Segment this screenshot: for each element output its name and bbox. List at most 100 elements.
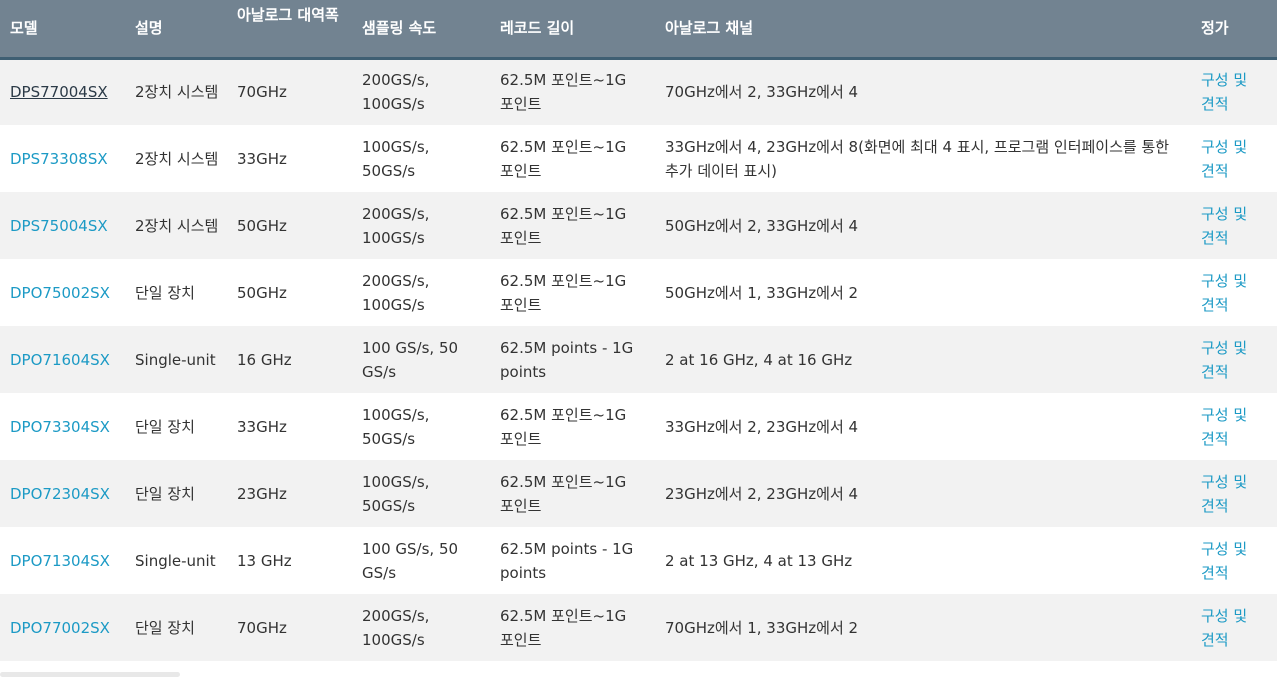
- record-length-cell: 62.5M points - 1G points: [490, 326, 655, 393]
- analog-channels-cell: 70GHz에서 1, 33GHz에서 2: [655, 594, 1191, 661]
- analog-channels-cell: 50GHz에서 2, 33GHz에서 4: [655, 192, 1191, 259]
- configure-quote-link[interactable]: 구성 및 견적: [1201, 406, 1247, 448]
- table-row: DPO72304SX 단일 장치 23GHz 100GS/s, 50GS/s 62.5M…: [0, 460, 1277, 527]
- column-header-analog-channels: 아날로그 채널: [655, 0, 1191, 60]
- column-header-description: 설명: [125, 0, 227, 60]
- description-cell: Single-unit: [125, 326, 227, 393]
- description-cell: 단일 장치: [125, 594, 227, 661]
- bandwidth-cell: 70GHz: [227, 594, 352, 661]
- sampling-rate-cell: 100 GS/s, 50 GS/s: [352, 527, 490, 594]
- model-cell: DPO75002SX: [0, 259, 125, 326]
- configure-quote-link[interactable]: 구성 및 견적: [1201, 540, 1247, 582]
- model-cell: DPO71304SX: [0, 527, 125, 594]
- sampling-rate-cell: 200GS/s, 100GS/s: [352, 259, 490, 326]
- bandwidth-cell: 23GHz: [227, 460, 352, 527]
- configure-quote-link[interactable]: 구성 및 견적: [1201, 138, 1247, 180]
- column-header-price: 정가: [1191, 0, 1277, 60]
- sampling-rate-cell: 200GS/s, 100GS/s: [352, 594, 490, 661]
- configure-quote-cell: 구성 및 견적: [1191, 192, 1277, 259]
- description-cell: 단일 장치: [125, 393, 227, 460]
- model-cell: DPO77002SX: [0, 594, 125, 661]
- record-length-cell: 62.5M points - 1G points: [490, 527, 655, 594]
- model-link[interactable]: DPO77002SX: [10, 619, 110, 637]
- sampling-rate-cell: 100GS/s, 50GS/s: [352, 460, 490, 527]
- model-cell: DPO73304SX: [0, 393, 125, 460]
- bandwidth-cell: 50GHz: [227, 259, 352, 326]
- configure-quote-link[interactable]: 구성 및 견적: [1201, 71, 1247, 113]
- bandwidth-cell: 33GHz: [227, 125, 352, 192]
- column-header-model: 모델: [0, 0, 125, 60]
- horizontal-scrollbar[interactable]: [0, 672, 180, 677]
- analog-channels-cell: 33GHz에서 4, 23GHz에서 8(화면에 최대 4 표시, 프로그램 인…: [655, 125, 1191, 192]
- model-link[interactable]: DPO71304SX: [10, 552, 110, 570]
- model-cell: DPS73308SX: [0, 125, 125, 192]
- record-length-cell: 62.5M 포인트~1G 포인트: [490, 460, 655, 527]
- analog-channels-cell: 33GHz에서 2, 23GHz에서 4: [655, 393, 1191, 460]
- record-length-cell: 62.5M 포인트~1G 포인트: [490, 125, 655, 192]
- configure-quote-cell: 구성 및 견적: [1191, 393, 1277, 460]
- description-cell: Single-unit: [125, 527, 227, 594]
- bandwidth-cell: 50GHz: [227, 192, 352, 259]
- table-row: DPO71604SX Single-unit 16 GHz 100 GS/s, 50 …: [0, 326, 1277, 393]
- table-row: DPS77004SX 2장치 시스템 70GHz 200GS/s, 100GS/s 62…: [0, 58, 1277, 125]
- analog-channels-cell: 2 at 16 GHz, 4 at 16 GHz: [655, 326, 1191, 393]
- configure-quote-cell: 구성 및 견적: [1191, 259, 1277, 326]
- bandwidth-cell: 16 GHz: [227, 326, 352, 393]
- column-header-analog-bandwidth: 아날로그 대역폭: [227, 0, 352, 60]
- sampling-rate-cell: 100 GS/s, 50 GS/s: [352, 326, 490, 393]
- analog-channels-cell: 70GHz에서 2, 33GHz에서 4: [655, 58, 1191, 125]
- record-length-cell: 62.5M 포인트~1G 포인트: [490, 58, 655, 125]
- configure-quote-link[interactable]: 구성 및 견적: [1201, 205, 1247, 247]
- record-length-cell: 62.5M 포인트~1G 포인트: [490, 259, 655, 326]
- analog-channels-cell: 50GHz에서 1, 33GHz에서 2: [655, 259, 1191, 326]
- product-spec-table: 모델 설명 아날로그 대역폭 샘플링 속도 레코드 길이 아날로그 채널 정가 …: [0, 0, 1277, 661]
- configure-quote-link[interactable]: 구성 및 견적: [1201, 339, 1247, 381]
- table-row: DPO77002SX 단일 장치 70GHz 200GS/s, 100GS/s 62.5…: [0, 594, 1277, 661]
- table-header-row: 모델 설명 아날로그 대역폭 샘플링 속도 레코드 길이 아날로그 채널 정가: [0, 0, 1277, 60]
- configure-quote-link[interactable]: 구성 및 견적: [1201, 473, 1247, 515]
- configure-quote-link[interactable]: 구성 및 견적: [1201, 607, 1247, 649]
- model-link[interactable]: DPO75002SX: [10, 284, 110, 302]
- model-link[interactable]: DPS73308SX: [10, 150, 108, 168]
- model-link[interactable]: DPS77004SX: [10, 83, 108, 101]
- bandwidth-cell: 33GHz: [227, 393, 352, 460]
- product-comparison-page: 모델 설명 아날로그 대역폭 샘플링 속도 레코드 길이 아날로그 채널 정가 …: [0, 0, 1277, 677]
- table-row: DPO73304SX 단일 장치 33GHz 100GS/s, 50GS/s 62.5M…: [0, 393, 1277, 460]
- configure-quote-cell: 구성 및 견적: [1191, 594, 1277, 661]
- model-cell: DPO71604SX: [0, 326, 125, 393]
- model-cell: DPS75004SX: [0, 192, 125, 259]
- sampling-rate-cell: 200GS/s, 100GS/s: [352, 58, 490, 125]
- bandwidth-cell: 70GHz: [227, 58, 352, 125]
- record-length-cell: 62.5M 포인트~1G 포인트: [490, 192, 655, 259]
- analog-channels-cell: 23GHz에서 2, 23GHz에서 4: [655, 460, 1191, 527]
- record-length-cell: 62.5M 포인트~1G 포인트: [490, 594, 655, 661]
- record-length-cell: 62.5M 포인트~1G 포인트: [490, 393, 655, 460]
- configure-quote-cell: 구성 및 견적: [1191, 125, 1277, 192]
- sampling-rate-cell: 200GS/s, 100GS/s: [352, 192, 490, 259]
- model-link[interactable]: DPO72304SX: [10, 485, 110, 503]
- model-link[interactable]: DPO71604SX: [10, 351, 110, 369]
- sampling-rate-cell: 100GS/s, 50GS/s: [352, 125, 490, 192]
- configure-quote-cell: 구성 및 견적: [1191, 460, 1277, 527]
- table-row: DPO75002SX 단일 장치 50GHz 200GS/s, 100GS/s 62.5…: [0, 259, 1277, 326]
- description-cell: 2장치 시스템: [125, 58, 227, 125]
- column-header-sampling-rate: 샘플링 속도: [352, 0, 490, 60]
- analog-channels-cell: 2 at 13 GHz, 4 at 13 GHz: [655, 527, 1191, 594]
- description-cell: 단일 장치: [125, 259, 227, 326]
- model-link[interactable]: DPO73304SX: [10, 418, 110, 436]
- column-header-record-length: 레코드 길이: [490, 0, 655, 60]
- table-row: DPO71304SX Single-unit 13 GHz 100 GS/s, 50 …: [0, 527, 1277, 594]
- description-cell: 2장치 시스템: [125, 125, 227, 192]
- configure-quote-cell: 구성 및 견적: [1191, 58, 1277, 125]
- configure-quote-cell: 구성 및 견적: [1191, 527, 1277, 594]
- description-cell: 단일 장치: [125, 460, 227, 527]
- sampling-rate-cell: 100GS/s, 50GS/s: [352, 393, 490, 460]
- configure-quote-link[interactable]: 구성 및 견적: [1201, 272, 1247, 314]
- model-cell: DPO72304SX: [0, 460, 125, 527]
- table-row: DPS75004SX 2장치 시스템 50GHz 200GS/s, 100GS/s 62…: [0, 192, 1277, 259]
- model-link[interactable]: DPS75004SX: [10, 217, 108, 235]
- bandwidth-cell: 13 GHz: [227, 527, 352, 594]
- description-cell: 2장치 시스템: [125, 192, 227, 259]
- table-row: DPS73308SX 2장치 시스템 33GHz 100GS/s, 50GS/s 62.…: [0, 125, 1277, 192]
- configure-quote-cell: 구성 및 견적: [1191, 326, 1277, 393]
